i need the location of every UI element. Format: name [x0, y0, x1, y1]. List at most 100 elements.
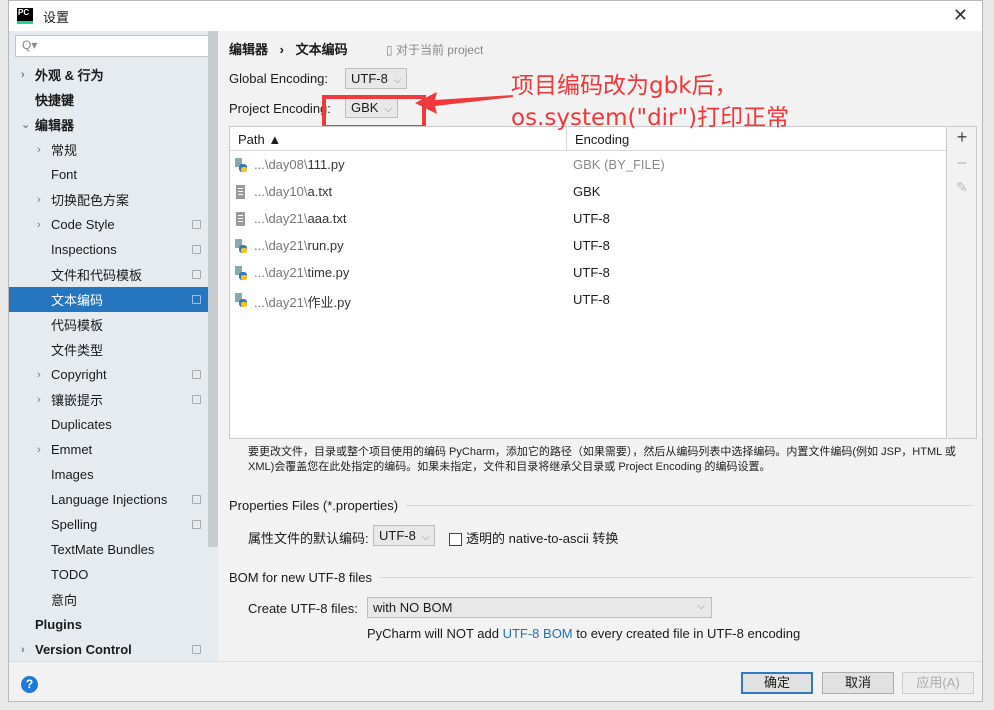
chevron-right-icon[interactable]: ›	[37, 444, 41, 456]
breadcrumb-parent[interactable]: 编辑器	[229, 42, 268, 57]
table-row[interactable]: ...\day21\time.py UTF-8	[230, 259, 946, 286]
create-utf8-label: Create UTF-8 files:	[248, 601, 358, 616]
sidebar-item[interactable]: › 常规	[9, 137, 208, 162]
sidebar-item[interactable]: TextMate Bundles	[9, 537, 208, 562]
file-path: ...\day21\aaa.txt	[254, 211, 347, 226]
global-encoding-label: Global Encoding:	[229, 71, 329, 86]
sidebar-item[interactable]: › 镶嵌提示	[9, 387, 208, 412]
sidebar-item[interactable]: 快捷键	[9, 87, 208, 112]
sidebar-item[interactable]: Spelling	[9, 512, 208, 537]
project-scope-icon	[192, 395, 201, 404]
encoding-column-header[interactable]: Encoding	[575, 132, 629, 147]
sidebar-item-label: 快捷键	[35, 93, 75, 108]
remove-icon[interactable]: −	[948, 153, 976, 179]
bom-select-value: with NO BOM	[373, 600, 453, 615]
project-scope-icon: ▯	[386, 43, 396, 57]
sidebar-item[interactable]: 代码模板	[9, 312, 208, 337]
cancel-button[interactable]: 取消	[822, 672, 894, 694]
table-row[interactable]: ...\day21\run.py UTF-8	[230, 232, 946, 259]
sidebar-item[interactable]: › Version Control	[9, 637, 208, 662]
sidebar-item-label: Language Injections	[51, 492, 168, 507]
sidebar-item[interactable]: 文件类型	[9, 337, 208, 362]
chevron-right-icon[interactable]: ›	[37, 219, 41, 231]
divider	[406, 505, 973, 506]
chevron-down-icon[interactable]: ⌄	[21, 118, 30, 131]
close-icon[interactable]: ✕	[953, 5, 968, 26]
sidebar-item[interactable]: › 外观 & 行为	[9, 62, 208, 87]
sidebar-item[interactable]: 意向	[9, 587, 208, 612]
sidebar-item-label: 意向	[51, 593, 78, 608]
sidebar-item[interactable]: 文件和代码模板	[9, 262, 208, 287]
sidebar-item[interactable]: › Emmet	[9, 437, 208, 462]
table-row[interactable]: ...\day21\作业.py UTF-8	[230, 286, 946, 313]
utf8-bom-link[interactable]: UTF-8 BOM	[503, 626, 573, 641]
sidebar-item[interactable]: › Copyright	[9, 362, 208, 387]
file-encoding: UTF-8	[573, 292, 610, 307]
chevron-right-icon[interactable]: ›	[21, 69, 25, 81]
edit-icon[interactable]: ✎	[948, 179, 976, 205]
sidebar-scrollbar[interactable]	[208, 31, 218, 547]
sidebar-item-label: Copyright	[51, 367, 107, 382]
sidebar-item[interactable]: TODO	[9, 562, 208, 587]
sidebar-item[interactable]: › 切换配色方案	[9, 187, 208, 212]
path-prefix: ...\day21\	[254, 295, 308, 310]
scope-note-text: 对于当前 project	[395, 43, 484, 57]
project-scope-icon	[192, 295, 201, 304]
properties-encoding-select[interactable]: UTF-8 ⌵	[373, 525, 436, 546]
table-row[interactable]: ...\day08\111.py GBK (BY_FILE)	[230, 151, 946, 178]
bom-note: PyCharm will NOT add UTF-8 BOM to every …	[367, 626, 800, 641]
chevron-right-icon[interactable]: ›	[37, 369, 41, 381]
settings-tree: › 外观 & 行为快捷键 ⌄ 编辑器 › 常规 Font › 切换配色方案 › Code Style…	[9, 62, 208, 662]
sidebar-item-label: 代码模板	[51, 318, 104, 333]
sidebar-item[interactable]: ⌄ 编辑器	[9, 112, 208, 137]
breadcrumb-current: 文本编码	[295, 42, 348, 57]
search-input[interactable]: Q▾	[15, 35, 212, 57]
annotation-line-2: os.system("dir")打印正常	[511, 105, 790, 131]
bom-section: BOM for new UTF-8 files	[229, 570, 973, 585]
chevron-right-icon[interactable]: ›	[21, 644, 25, 656]
sidebar-item-label: TextMate Bundles	[51, 542, 155, 557]
sidebar-item-label: Font	[51, 167, 78, 182]
sidebar-item[interactable]: Duplicates	[9, 412, 208, 437]
chevron-right-icon[interactable]: ›	[37, 394, 41, 406]
sidebar: Q▾ › 外观 & 行为快捷键 ⌄ 编辑器 › 常规 Font › 切换配色方案 › Code St…	[9, 31, 218, 661]
text-file-icon	[236, 185, 245, 199]
sidebar-item[interactable]: › Code Style	[9, 212, 208, 237]
path-column-header[interactable]: Path ▲	[238, 132, 281, 147]
sidebar-item[interactable]: Font	[9, 162, 208, 187]
annotation-arrow	[415, 92, 513, 114]
sidebar-item[interactable]: Images	[9, 462, 208, 487]
sidebar-item-label: Emmet	[51, 442, 93, 457]
ok-button[interactable]: 确定	[741, 672, 813, 694]
chevron-right-icon[interactable]: ›	[37, 144, 41, 156]
sidebar-item-label: 文件类型	[51, 343, 104, 358]
native-to-ascii-checkbox[interactable]: 透明的 native-to-ascii 转换	[449, 528, 618, 547]
global-encoding-value: UTF-8	[351, 71, 388, 86]
path-prefix: ...\day08\	[254, 157, 308, 172]
add-icon[interactable]: +	[948, 127, 976, 153]
file-name: run.py	[307, 238, 344, 253]
window-title: 设置	[43, 9, 70, 25]
annotation-highlight-box	[322, 95, 426, 129]
annotation-line-1: 项目编码改为gbk后，	[511, 73, 738, 99]
sidebar-item[interactable]: Inspections	[9, 237, 208, 262]
title-bar: PC 设置 ✕	[9, 1, 982, 31]
sidebar-item[interactable]: Language Injections	[9, 487, 208, 512]
sidebar-item[interactable]: 文本编码	[9, 287, 208, 312]
properties-encoding-label: 属性文件的默认编码:	[248, 531, 369, 546]
table-row[interactable]: ...\day21\aaa.txt UTF-8	[230, 205, 946, 232]
sidebar-item[interactable]: Plugins	[9, 612, 208, 637]
sidebar-item-label: 文本编码	[51, 293, 104, 308]
table-row[interactable]: ...\day10\a.txt GBK	[230, 178, 946, 205]
divider	[380, 577, 973, 578]
path-prefix: ...\day21\	[254, 211, 308, 226]
bom-select[interactable]: with NO BOM ⌵	[367, 597, 712, 618]
global-encoding-select[interactable]: UTF-8 ⌵	[345, 68, 408, 89]
sidebar-item-label: TODO	[51, 567, 89, 582]
checkbox-box[interactable]	[449, 533, 462, 547]
project-scope-icon	[192, 245, 201, 254]
sidebar-item-label: Version Control	[35, 642, 132, 657]
chevron-right-icon[interactable]: ›	[37, 194, 41, 206]
apply-button[interactable]: 应用(A)	[902, 672, 974, 694]
help-button[interactable]: ?	[21, 676, 38, 693]
